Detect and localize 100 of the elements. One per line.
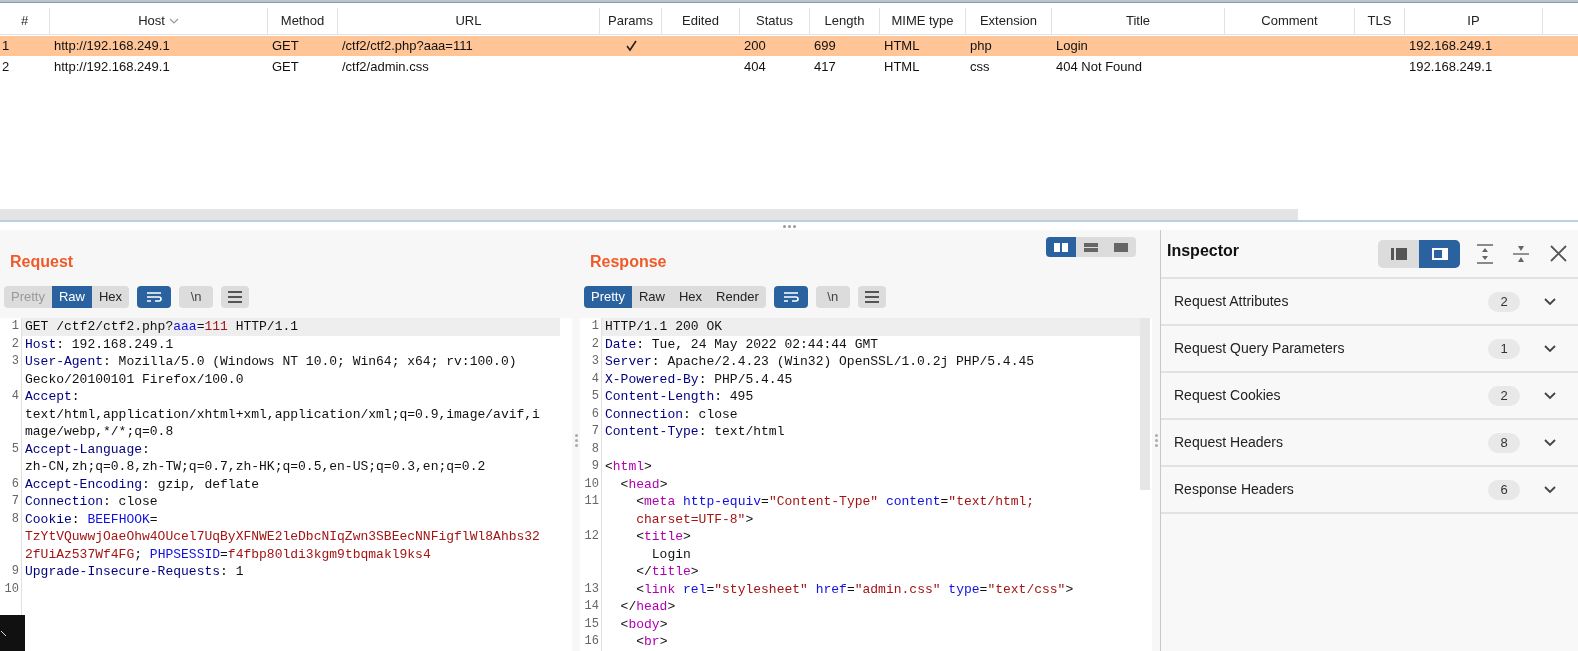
inspector-title: Inspector <box>1167 240 1240 261</box>
table-cell-text: 200 <box>744 37 766 56</box>
sort-caret-icon <box>168 17 179 25</box>
pane-title: Request <box>10 252 75 272</box>
scrollbar[interactable] <box>0 209 1298 220</box>
line-number: 8 <box>11 510 19 528</box>
line-number: 16 <box>584 633 599 650</box>
code-line: Content-Type: text/html <box>605 424 785 439</box>
wrap-button[interactable] <box>773 286 808 308</box>
line-number: 9 <box>11 563 19 580</box>
newline-button[interactable]: \n <box>179 286 214 308</box>
line-number: 1 <box>591 318 599 335</box>
column-header[interactable]: # <box>0 8 50 34</box>
table-cell-text: 404 <box>744 58 766 77</box>
view-tab[interactable]: Hex <box>92 286 130 308</box>
table-cell-text: 404 Not Found <box>1056 58 1142 77</box>
layout-icon <box>1390 247 1407 260</box>
layout-button[interactable] <box>1419 239 1460 268</box>
table-cell-text: /ctf2/admin.css <box>342 58 429 77</box>
code-line: Server: Apache/2.4.23 (Win32) OpenSSL/1.0.2j PHP/5.4.45 <box>605 354 1035 369</box>
chevron-down-icon <box>1544 391 1556 400</box>
code-line: Connection: close <box>25 494 158 509</box>
menu-icon <box>228 291 243 303</box>
table-cell-text: php <box>970 37 992 56</box>
table-cell-text: GET <box>272 37 299 56</box>
code-line: X-Powered-By: PHP/5.4.45 <box>605 371 793 387</box>
column-header[interactable]: Comment <box>1225 8 1355 34</box>
table-cell-text: http://192.168.249.1 <box>54 37 170 56</box>
table-cell-text: /ctf2/ctf2.php?aaa=111 <box>342 37 473 56</box>
code-line: Upgrade-Insecure-Requests: 1 <box>25 564 244 579</box>
view-tab[interactable]: Raw <box>51 286 92 308</box>
code-line: text/html,application/xhtml+xml,application/xml;q=0.9,image/avif,i <box>25 406 540 422</box>
column-header[interactable]: TLS <box>1355 8 1405 34</box>
column-header[interactable]: IP <box>1405 8 1543 34</box>
column-header[interactable]: Edited <box>662 8 740 34</box>
view-tab[interactable]: Render <box>709 286 766 308</box>
code-line: </title> <box>635 564 699 579</box>
line-number: 10 <box>584 475 599 493</box>
wrap-button[interactable] <box>137 286 172 308</box>
table-cell-text: HTML <box>884 58 920 77</box>
table-cell-text: 1 <box>2 37 10 56</box>
code-line: GET /ctf2/ctf2.php?aaa=111 HTTP/1.1 <box>25 319 299 334</box>
close-button[interactable] <box>1548 243 1568 264</box>
table-row[interactable]: 1 http://192.168.249.1 GET /ctf2/ctf2.php?aaa=111 200 699 HTML php Login 192.168.249.1 <box>0 36 1578 56</box>
code-line: Accept-Encoding: gzip, deflate <box>25 476 260 492</box>
table-cell-text: 192.168.249.1 <box>1409 37 1493 56</box>
line-number: 10 <box>4 580 19 598</box>
table-cell-text: 417 <box>814 58 836 77</box>
wrap-icon <box>146 291 163 303</box>
resize-handle[interactable] <box>782 224 796 228</box>
column-header[interactable]: Extension <box>966 8 1052 34</box>
column-header[interactable]: Length <box>810 8 880 34</box>
code-line: <br> <box>635 634 668 649</box>
table-cell-text: GET <box>272 58 299 77</box>
view-tab[interactable]: Raw <box>631 286 672 308</box>
line-number: 8 <box>591 440 599 458</box>
column-header[interactable]: MIME type <box>880 8 966 34</box>
code-line: charset=UTF-8"> <box>635 511 754 527</box>
scrollbar[interactable] <box>1140 318 1150 490</box>
view-tab[interactable]: Hex <box>672 286 710 308</box>
code-line: <body> <box>619 616 668 632</box>
table-cell-text: css <box>970 58 990 77</box>
column-header[interactable]: Status <box>740 8 810 34</box>
menu-button[interactable] <box>221 286 250 308</box>
column-header[interactable]: Title <box>1052 8 1225 34</box>
line-number: 5 <box>11 440 19 458</box>
line-number: 12 <box>584 528 599 545</box>
pane-title: Response <box>590 252 668 272</box>
menu-icon <box>864 291 879 303</box>
line-number: 15 <box>584 615 599 633</box>
newline-button[interactable]: \n <box>815 286 850 308</box>
line-number: 4 <box>11 388 19 405</box>
resize-handle[interactable] <box>1154 434 1158 447</box>
line-number: 3 <box>591 353 599 370</box>
code-line: </head> <box>619 599 676 614</box>
wrap-icon <box>782 291 799 303</box>
code-line: Login <box>650 546 691 562</box>
line-number: 5 <box>591 388 599 405</box>
code-line: Date: Tue, 24 May 2022 02:44:44 GMT <box>605 336 879 352</box>
view-tab[interactable]: Pretty <box>584 286 632 308</box>
column-header[interactable]: URL <box>338 8 600 34</box>
line-number: 7 <box>11 493 19 510</box>
table-cell-text: Login <box>1056 37 1088 56</box>
layout-button[interactable] <box>1046 237 1076 257</box>
chevron-down-icon <box>1544 297 1556 306</box>
line-number: 2 <box>11 335 19 353</box>
column-header[interactable]: Params <box>600 8 662 34</box>
code-line: HTTP/1.1 200 OK <box>605 319 723 334</box>
chevron-down-icon <box>1544 485 1556 494</box>
count-badge: 8 <box>1488 432 1520 453</box>
count-badge: 2 <box>1488 291 1520 312</box>
line-number: 3 <box>11 353 19 370</box>
resize-handle[interactable] <box>574 434 578 447</box>
column-header[interactable]: Host <box>50 8 268 34</box>
code-line: Accept-Language: <box>25 441 150 457</box>
code-line: TzYtVQuwwjOaeOhw4OUcel7UqByXFNWE2leDbcNIqZwn3SBEecNNFigflWl8Ahbs32 <box>25 529 540 544</box>
code-line: mage/webp,*/*;q=0.8 <box>25 424 174 439</box>
menu-button[interactable] <box>857 286 886 308</box>
expand-all-button[interactable] <box>1474 242 1496 265</box>
column-header[interactable]: Method <box>268 8 338 34</box>
